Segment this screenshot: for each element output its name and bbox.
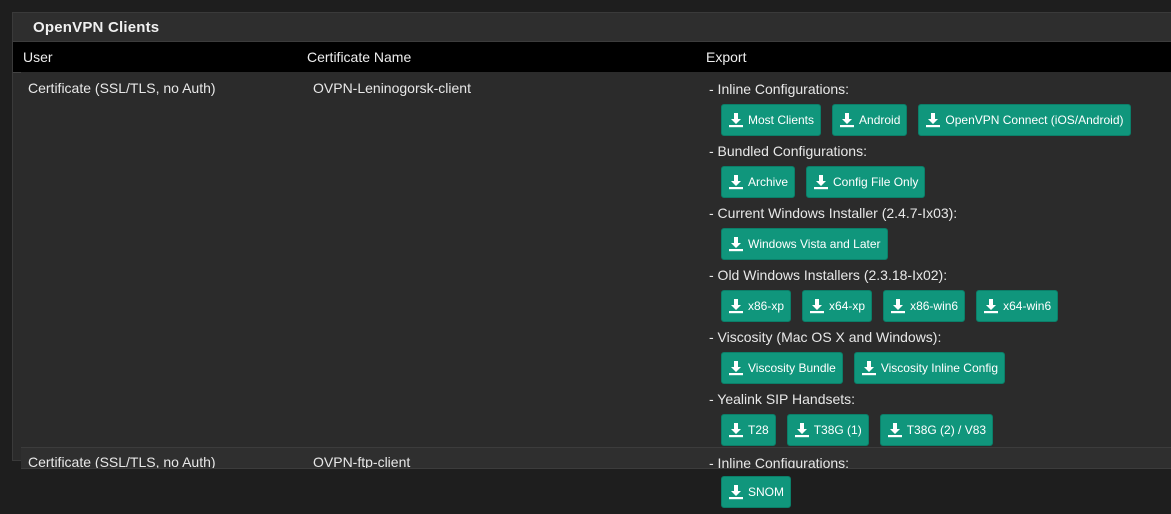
export-button-label: OpenVPN Connect (iOS/Android) xyxy=(945,113,1124,127)
download-icon xyxy=(890,298,906,314)
table-row: Certificate (SSL/TLS, no Auth) OVPN-Leni… xyxy=(21,72,1171,508)
certificate-name-cell: OVPN-Leninogorsk-client xyxy=(313,80,471,96)
user-cell: Certificate (SSL/TLS, no Auth) xyxy=(28,454,216,469)
download-icon xyxy=(728,112,744,128)
download-icon xyxy=(887,422,903,438)
export-group-label: - Current Windows Installer (2.4.7-Ix03)… xyxy=(709,205,958,221)
header-user: User xyxy=(23,49,53,65)
export-windows-vista-and-later-button[interactable]: Windows Vista and Later xyxy=(721,228,888,260)
export-android-button[interactable]: Android xyxy=(832,104,908,136)
export-viscosity-bundle-button[interactable]: Viscosity Bundle xyxy=(721,352,843,384)
download-icon xyxy=(728,174,744,190)
export-button-group: T28 T38G (1) T38G (2) / V83 xyxy=(721,414,1131,446)
export-button-group: SNOM xyxy=(721,476,1131,508)
export-config-file-only-button[interactable]: Config File Only xyxy=(806,166,926,198)
certificate-name-cell: OVPN-ftp-client xyxy=(313,454,411,469)
table-header: User Certificate Name Export xyxy=(13,42,1171,73)
download-icon xyxy=(983,298,999,314)
export-button-group: Windows Vista and Later xyxy=(721,228,1131,260)
export-x64-xp-button[interactable]: x64-xp xyxy=(802,290,873,322)
download-icon xyxy=(728,360,744,376)
export-group-label: - Bundled Configurations: xyxy=(709,143,867,159)
export-button-group: Viscosity Bundle Viscosity Inline Config xyxy=(721,352,1131,384)
export-button-label: Archive xyxy=(748,175,789,189)
export-t38g-1-button[interactable]: T38G (1) xyxy=(786,414,869,446)
download-icon xyxy=(728,236,744,252)
export-most-clients-button[interactable]: Most Clients xyxy=(721,104,822,136)
export-t28-button[interactable]: T28 xyxy=(721,414,776,446)
export-button-label: x86-xp xyxy=(748,299,785,313)
download-icon xyxy=(728,298,744,314)
export-button-label: Android xyxy=(859,113,901,127)
export-button-label: Config File Only xyxy=(833,175,919,189)
export-group-label: - Inline Configurations: xyxy=(709,81,850,97)
export-group-label: - Inline Configurations: xyxy=(709,455,850,469)
openvpn-clients-panel: OpenVPN Clients User Certificate Name Ex… xyxy=(12,12,1171,508)
export-button-group: Most Clients Android OpenVPN Connect (iOS/… xyxy=(721,104,1131,136)
export-group-label: - Viscosity (Mac OS X and Windows): xyxy=(709,329,942,345)
download-icon xyxy=(809,298,825,314)
export-openvpn-connect-ios-android-button[interactable]: OpenVPN Connect (iOS/Android) xyxy=(918,104,1131,136)
export-button-label: T38G (1) xyxy=(813,423,862,437)
header-export: Export xyxy=(706,49,747,65)
export-button-group: x86-xp x64-xp x86-win6 x64-win6 xyxy=(721,290,1131,322)
export-button-label: Windows Vista and Later xyxy=(748,237,881,251)
export-button-label: SNOM xyxy=(748,485,784,499)
export-cell: - Inline Configurations: xyxy=(709,454,850,469)
export-x86-xp-button[interactable]: x86-xp xyxy=(721,290,792,322)
table-row: Certificate (SSL/TLS, no Auth) OVPN-ftp-… xyxy=(21,448,1171,469)
export-archive-button[interactable]: Archive xyxy=(721,166,796,198)
export-button-label: T28 xyxy=(748,423,769,437)
export-button-label: x64-xp xyxy=(829,299,866,313)
export-button-label: Viscosity Inline Config xyxy=(880,361,998,375)
header-certificate-name: Certificate Name xyxy=(307,49,412,65)
download-icon xyxy=(925,112,941,128)
export-snom-button[interactable]: SNOM xyxy=(721,476,791,508)
export-button-label: x86-win6 xyxy=(910,299,959,313)
user-cell: Certificate (SSL/TLS, no Auth) xyxy=(28,80,216,96)
export-group-label: - Yealink SIP Handsets: xyxy=(709,391,856,407)
download-icon xyxy=(861,360,877,376)
export-button-label: Viscosity Bundle xyxy=(748,361,836,375)
download-icon xyxy=(794,422,810,438)
export-x86-win6-button[interactable]: x86-win6 xyxy=(883,290,966,322)
export-button-label: T38G (2) / V83 xyxy=(906,423,987,437)
export-button-group: Archive Config File Only xyxy=(721,166,1131,198)
export-button-label: x64-win6 xyxy=(1003,299,1052,313)
export-x64-win6-button[interactable]: x64-win6 xyxy=(976,290,1059,322)
export-t38g-2-v83-button[interactable]: T38G (2) / V83 xyxy=(879,414,994,446)
download-icon xyxy=(839,112,855,128)
export-group-label: - Old Windows Installers (2.3.18-Ix02): xyxy=(709,267,948,283)
panel-title: OpenVPN Clients xyxy=(13,13,1171,42)
download-icon xyxy=(728,422,744,438)
download-icon xyxy=(813,174,829,190)
export-button-label: Most Clients xyxy=(748,113,815,127)
export-viscosity-inline-config-button[interactable]: Viscosity Inline Config xyxy=(853,352,1005,384)
download-icon xyxy=(728,484,744,500)
